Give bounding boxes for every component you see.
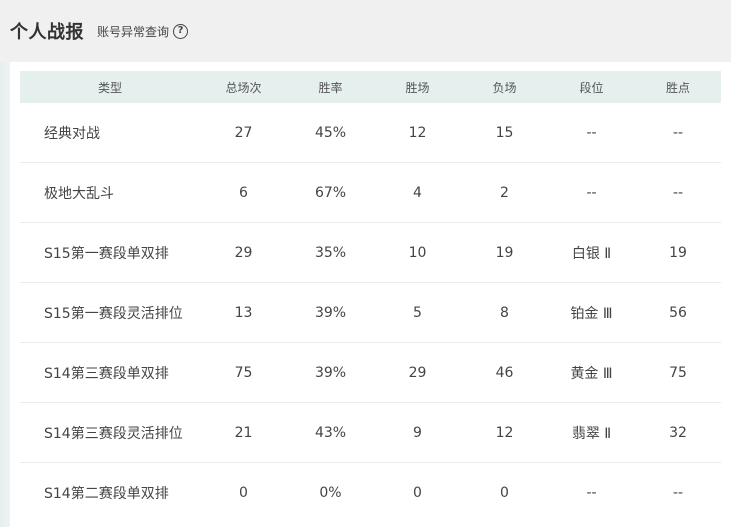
cell-rate: 39%	[314, 364, 347, 381]
help-icon[interactable]: ?	[173, 23, 189, 39]
cell-type: S14第二赛段单双排	[44, 486, 169, 502]
cell-losses: 8	[500, 304, 509, 321]
cell-rate: 67%	[314, 184, 347, 201]
cell-total: 0	[239, 485, 248, 501]
cell-type: 极地大乱斗	[44, 185, 114, 202]
cell-wins: 4	[413, 184, 422, 201]
table-row: S14第二赛段单双排 0 0% 0 0 -- --	[20, 463, 721, 523]
cell-losses: 19	[495, 244, 514, 261]
cell-type: S15第一赛段单双排	[44, 245, 169, 262]
cell-total: 75	[234, 364, 253, 381]
cell-losses: 0	[500, 485, 509, 501]
cell-losses: 15	[495, 124, 514, 141]
column-header-rank: 段位	[579, 80, 604, 95]
column-header-type: 类型	[97, 80, 122, 95]
cell-type: S15第一赛段灵活排位	[44, 305, 183, 322]
cell-points: 32	[669, 424, 687, 441]
cell-points: --	[672, 124, 684, 141]
account-abnormal-query-link[interactable]: 账号异常查询	[97, 23, 169, 40]
cell-wins: 5	[413, 304, 422, 321]
table-row: S15第一赛段单双排 29 35% 10 19 白银 Ⅱ 19	[20, 223, 721, 283]
cell-points: --	[672, 184, 684, 201]
cell-rank: --	[586, 184, 597, 201]
cell-rate: 43%	[314, 424, 347, 441]
table-row: S14第三赛段单双排 75 39% 29 46 黄金 Ⅲ 75	[20, 343, 721, 403]
cell-total: 13	[234, 304, 253, 321]
cell-total: 6	[239, 184, 248, 201]
cell-points: 56	[669, 304, 687, 321]
cell-rank: --	[586, 485, 597, 501]
cell-wins: 9	[413, 424, 422, 441]
column-header-points: 胜点	[665, 80, 690, 95]
cell-rank: 铂金 Ⅲ	[570, 305, 613, 322]
table-header: 类型 总场次 胜率 胜场 负场 段位 胜点	[20, 71, 721, 103]
cell-rate: 0%	[319, 485, 342, 501]
table-row: S14第三赛段灵活排位 21 43% 9 12 翡翠 Ⅱ 32	[20, 403, 721, 463]
cell-type: S14第三赛段单双排	[44, 365, 169, 382]
table-row: 经典对战 27 45% 12 15 -- --	[20, 103, 721, 163]
cell-rate: 39%	[314, 304, 347, 321]
cell-wins: 0	[413, 485, 422, 501]
cell-wins: 12	[408, 124, 427, 141]
column-header-losses: 负场	[492, 80, 517, 95]
cell-rank: 黄金 Ⅲ	[570, 365, 613, 382]
page-header: 个人战报 账号异常查询 ?	[0, 0, 731, 62]
table-row: S15第一赛段灵活排位 13 39% 5 8 铂金 Ⅲ 56	[20, 283, 721, 343]
cell-wins: 10	[408, 244, 427, 261]
page-title: 个人战报	[10, 22, 84, 43]
stats-panel: 类型 总场次 胜率 胜场 负场 段位 胜点 经典对战 27 45% 12 15 …	[10, 62, 731, 527]
panel-shadow	[0, 62, 10, 527]
cell-points: 19	[669, 244, 687, 261]
cell-wins: 29	[408, 364, 427, 381]
cell-losses: 2	[500, 184, 509, 201]
cell-rate: 45%	[314, 124, 347, 141]
cell-rank: 白银 Ⅱ	[571, 245, 612, 262]
cell-rank: --	[586, 124, 597, 141]
table-row: 极地大乱斗 6 67% 4 2 -- --	[20, 163, 721, 223]
cell-points: --	[672, 485, 684, 501]
cell-losses: 46	[495, 364, 514, 381]
cell-rank: 翡翠 Ⅱ	[571, 425, 612, 442]
cell-rate: 35%	[314, 244, 347, 261]
column-header-total: 总场次	[225, 80, 262, 95]
column-header-wins: 胜场	[405, 80, 430, 95]
cell-losses: 12	[495, 424, 514, 441]
stats-table: 类型 总场次 胜率 胜场 负场 段位 胜点 经典对战 27 45% 12 15 …	[20, 71, 721, 523]
cell-type: 经典对战	[44, 125, 100, 142]
cell-total: 29	[234, 244, 253, 261]
column-header-rate: 胜率	[318, 80, 343, 95]
cell-points: 75	[669, 364, 687, 381]
cell-total: 21	[234, 424, 253, 441]
cell-type: S14第三赛段灵活排位	[44, 425, 183, 442]
cell-total: 27	[234, 124, 253, 141]
